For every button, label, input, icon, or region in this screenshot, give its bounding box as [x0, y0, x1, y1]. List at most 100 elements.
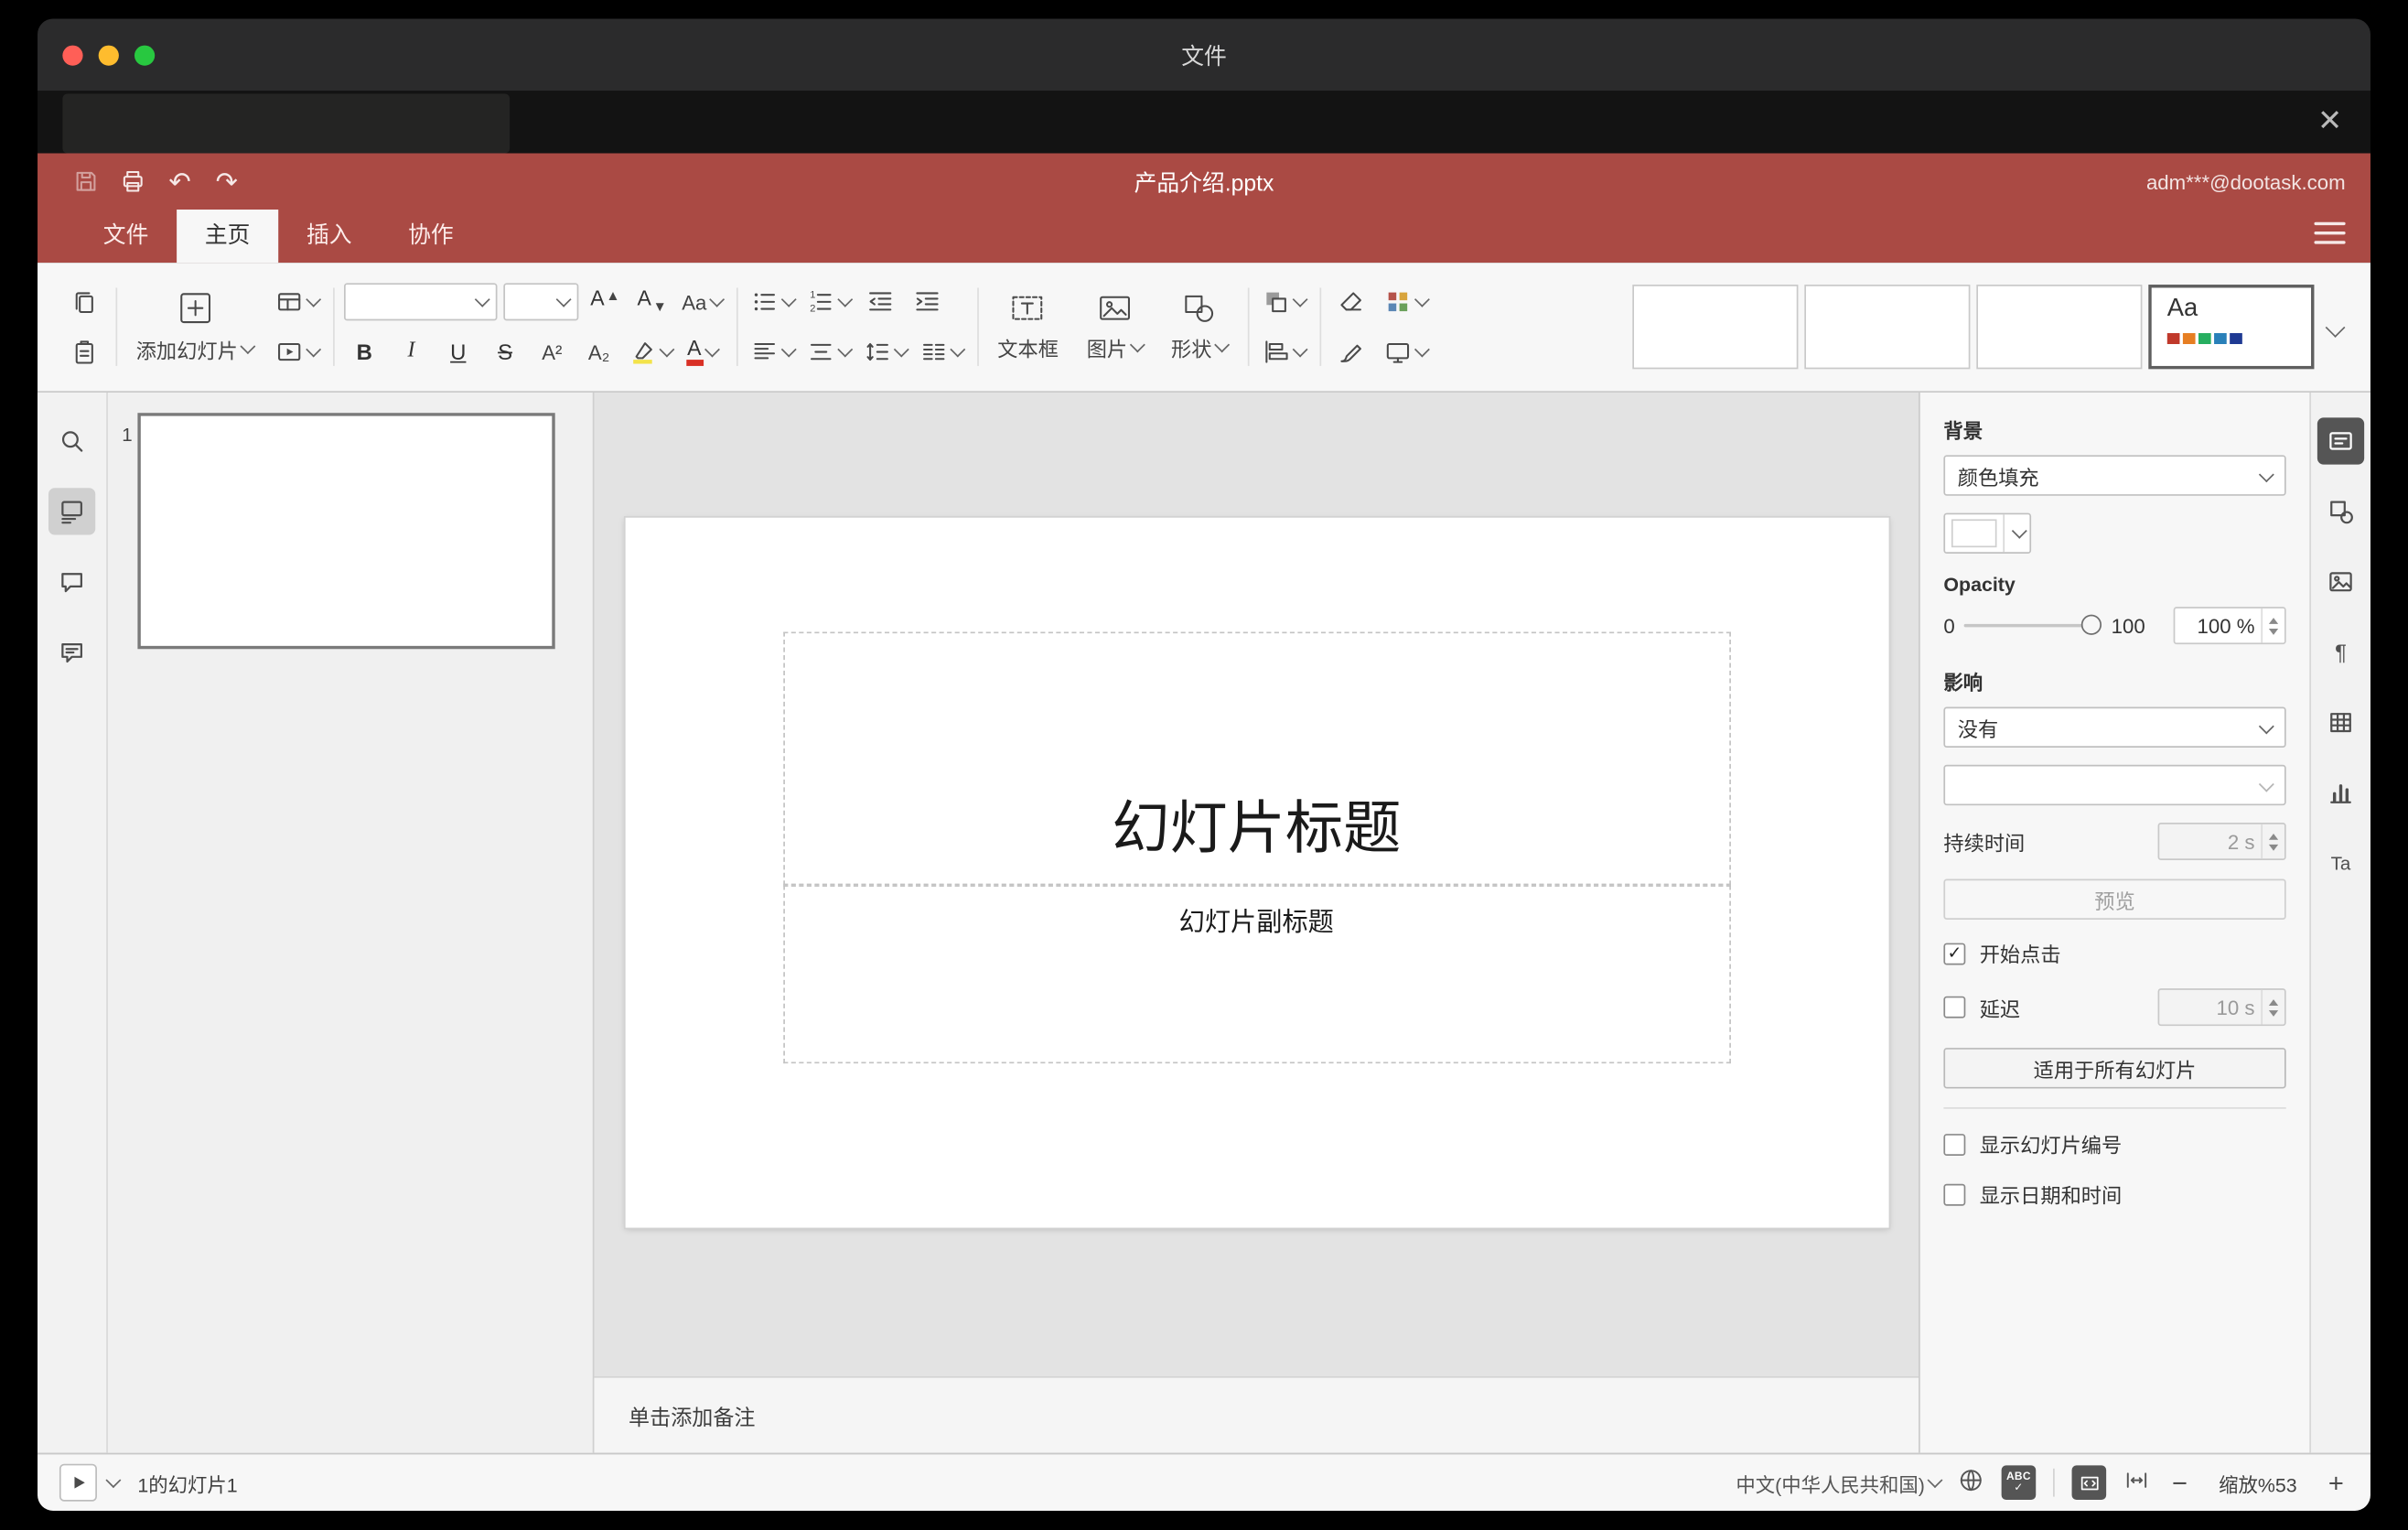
delay-checkbox[interactable] — [1943, 996, 1966, 1018]
decrease-font-button[interactable]: A ▼ — [631, 282, 672, 322]
change-layout-button[interactable] — [272, 282, 322, 322]
spinner-arrows[interactable] — [2261, 824, 2284, 859]
slide-settings-button[interactable] — [2317, 417, 2365, 465]
subtitle-placeholder[interactable]: 幻灯片副标题 — [782, 885, 1731, 1064]
close-icon[interactable]: ✕ — [2317, 107, 2342, 136]
tab-collaboration[interactable]: 协作 — [380, 210, 481, 263]
apply-to-all-slides-button[interactable]: 适用于所有幻灯片 — [1943, 1048, 2286, 1089]
search-button[interactable] — [48, 417, 95, 464]
fullscreen-window-button[interactable] — [134, 44, 156, 65]
start-slideshow-statusbar-button[interactable] — [59, 1463, 97, 1502]
increase-font-button[interactable]: A ▲ — [585, 282, 625, 322]
theme-gallery-expand-button[interactable] — [2314, 285, 2354, 369]
zoom-in-button[interactable]: + — [2324, 1470, 2349, 1496]
redo-button[interactable]: ↷ — [203, 168, 250, 195]
insert-textbox-button[interactable]: 文本框 — [988, 275, 1068, 379]
effect-select[interactable]: 没有 — [1943, 706, 2286, 748]
start-on-click-checkbox[interactable] — [1943, 942, 1966, 964]
feedback-button[interactable] — [48, 629, 95, 675]
theme-option[interactable] — [1976, 285, 2143, 370]
fill-color-select[interactable] — [1943, 512, 2032, 555]
line-spacing-button[interactable] — [860, 331, 910, 372]
table-settings-button[interactable] — [2317, 699, 2364, 746]
undo-button[interactable]: ↶ — [156, 168, 203, 195]
increase-indent-button[interactable] — [907, 282, 947, 322]
font-name-select[interactable] — [344, 283, 498, 321]
spinner-arrows[interactable] — [2261, 608, 2284, 643]
fit-to-slide-button[interactable] — [2071, 1465, 2107, 1501]
start-slideshow-button[interactable] — [272, 331, 322, 372]
bullets-button[interactable] — [747, 282, 798, 322]
slide-thumbnail[interactable] — [137, 413, 555, 650]
close-window-button[interactable] — [62, 44, 83, 65]
show-slide-number-checkbox[interactable] — [1943, 1133, 1966, 1156]
editing-canvas[interactable]: 幻灯片标题 幻灯片副标题 — [594, 393, 1919, 1376]
notes-area[interactable]: 单击添加备注 — [594, 1375, 1919, 1453]
add-slide-label: 添加幻灯片 — [135, 339, 238, 363]
chart-settings-button[interactable] — [2317, 770, 2364, 816]
strikeout-button[interactable]: S — [485, 331, 525, 372]
save-button[interactable] — [62, 161, 109, 201]
paragraph-settings-button[interactable]: ¶ — [2317, 629, 2364, 675]
columns-button[interactable] — [916, 331, 966, 372]
color-scheme-button[interactable] — [1381, 282, 1431, 322]
language-selector[interactable]: 中文(中华人民共和国) — [1736, 1468, 1943, 1497]
subscript-button[interactable]: A₂ — [578, 331, 618, 372]
add-slide-button[interactable]: 添加幻灯片 — [126, 275, 263, 379]
underline-button[interactable]: U — [438, 331, 478, 372]
font-size-select[interactable] — [503, 283, 579, 321]
slide[interactable]: 幻灯片标题 幻灯片副标题 — [624, 517, 1888, 1228]
decrease-indent-button[interactable] — [860, 282, 900, 322]
highlight-color-button[interactable] — [626, 331, 676, 372]
chevron-down-icon[interactable] — [105, 1471, 122, 1488]
vertical-align-button[interactable] — [803, 331, 854, 372]
opacity-input[interactable]: 100 % — [2173, 607, 2286, 645]
paste-button[interactable] — [64, 331, 104, 372]
print-button[interactable] — [110, 161, 156, 201]
tab-file[interactable]: 文件 — [75, 210, 177, 263]
slider-knob[interactable] — [2081, 614, 2102, 635]
align-shape-button[interactable] — [1259, 331, 1309, 372]
show-date-time-checkbox[interactable] — [1943, 1182, 1966, 1205]
insert-shape-button[interactable]: 形状 — [1162, 275, 1237, 379]
arrange-shape-button[interactable] — [1259, 282, 1309, 322]
slides-panel-button[interactable] — [48, 488, 96, 535]
copy-style-button[interactable] — [1330, 331, 1371, 372]
preview-button[interactable]: 预览 — [1943, 878, 2286, 920]
numbering-button[interactable]: 1 2 — [803, 282, 854, 322]
fill-type-select[interactable]: 颜色填充 — [1943, 455, 2286, 496]
theme-option[interactable] — [1632, 285, 1799, 370]
theme-option-selected[interactable]: Aa — [2148, 285, 2315, 370]
delay-input[interactable]: 10 s — [2157, 988, 2286, 1027]
horizontal-align-button[interactable] — [747, 331, 798, 372]
document-language-button[interactable] — [1958, 1467, 1984, 1498]
italic-button[interactable]: I — [391, 331, 431, 372]
tab-home[interactable]: 主页 — [177, 210, 279, 264]
insert-image-button[interactable]: 图片 — [1077, 275, 1152, 379]
fit-to-width-button[interactable] — [2123, 1467, 2150, 1498]
bullets-icon — [754, 293, 775, 311]
textart-settings-button[interactable]: Ta — [2317, 840, 2364, 887]
comments-button[interactable] — [48, 558, 95, 605]
opacity-slider[interactable] — [1964, 614, 2102, 637]
shape-settings-button[interactable] — [2317, 488, 2364, 534]
tab-insert[interactable]: 插入 — [278, 210, 380, 263]
change-case-button[interactable]: Aa — [679, 282, 726, 322]
zoom-out-button[interactable]: − — [2167, 1470, 2192, 1496]
bold-button[interactable]: B — [344, 331, 384, 372]
spinner-arrows[interactable] — [2261, 989, 2284, 1025]
superscript-button[interactable]: A² — [532, 331, 572, 372]
title-placeholder[interactable]: 幻灯片标题 — [782, 631, 1731, 886]
duration-input[interactable]: 2 s — [2157, 822, 2286, 860]
chevron-down-icon — [704, 340, 720, 357]
font-color-button[interactable]: A — [682, 331, 722, 372]
effect-type-select[interactable] — [1943, 764, 2286, 806]
minimize-window-button[interactable] — [98, 44, 119, 65]
image-settings-button[interactable] — [2317, 558, 2364, 605]
slide-size-button[interactable] — [1381, 331, 1431, 372]
menu-hamburger-icon[interactable] — [2314, 221, 2346, 244]
clear-style-button[interactable] — [1330, 282, 1371, 322]
theme-option[interactable] — [1804, 285, 1971, 370]
spellcheck-button[interactable]: ABC ✓ — [2001, 1465, 2037, 1501]
copy-button[interactable] — [64, 282, 104, 322]
